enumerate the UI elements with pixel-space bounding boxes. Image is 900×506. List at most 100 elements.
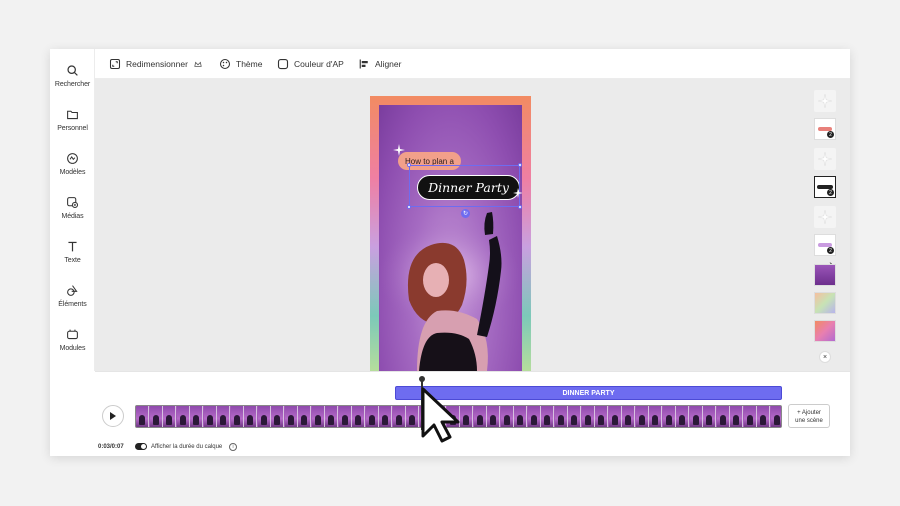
text-icon <box>68 241 77 252</box>
scene-thumbnail[interactable] <box>814 292 836 314</box>
filmstrip-frame <box>271 406 284 427</box>
filmstrip-frame <box>703 406 716 427</box>
filmstrip-frame <box>554 406 568 427</box>
sidebar-item-label: Médias <box>61 213 84 220</box>
background-color-label: Couleur d'AP <box>294 59 344 69</box>
crown-icon <box>194 61 202 67</box>
scene-thumbnail[interactable] <box>814 264 836 286</box>
canvas-area: How to plan a Dinner Party ↻ › 2 <box>95 79 850 371</box>
filmstrip-frame <box>473 406 487 427</box>
filmstrip-frame <box>757 406 770 427</box>
filmstrip-frame <box>770 406 781 427</box>
sidebar-item-label: Modules <box>59 345 86 352</box>
sidebar-item-label: Personnel <box>57 125 88 132</box>
align-button[interactable]: Aligner <box>358 57 401 71</box>
resize-icon <box>109 58 121 70</box>
filmstrip-frame <box>649 406 662 427</box>
thumbnail-badge: 2 <box>827 189 834 196</box>
filmstrip-frame <box>595 406 608 427</box>
filmstrip-frame <box>743 406 757 427</box>
filmstrip-frame <box>136 406 149 427</box>
headline-title-tag[interactable]: Dinner Party <box>417 175 520 200</box>
filmstrip-frame <box>514 406 527 427</box>
align-label: Aligner <box>375 59 402 69</box>
sidebar-item-search[interactable]: Rechercher <box>50 62 95 102</box>
sidebar-item-personal[interactable]: Personnel <box>50 106 95 146</box>
filmstrip-frame <box>244 406 257 427</box>
add-scene-button[interactable]: + Ajouter une scène <box>788 404 830 428</box>
sparkle-icon <box>814 148 836 170</box>
filmstrip-frame <box>190 406 203 427</box>
elements-icon <box>67 285 78 296</box>
filmstrip-frame <box>365 406 379 427</box>
ai-sparkle-button[interactable] <box>814 90 836 112</box>
play-button[interactable] <box>102 405 124 427</box>
scene-thumbnail[interactable]: 2 <box>814 234 836 256</box>
filmstrip-frame <box>635 406 649 427</box>
filmstrip-frame <box>689 406 703 427</box>
filmstrip-frame <box>203 406 217 427</box>
rotate-handle-icon[interactable]: ↻ <box>461 209 470 218</box>
filmstrip-frame <box>581 406 595 427</box>
filmstrip-frame <box>500 406 514 427</box>
modules-icon <box>67 329 78 340</box>
filmstrip-frame <box>568 406 581 427</box>
sidebar-item-templates[interactable]: Modèles <box>50 150 95 190</box>
thumbnail-badge: 2 <box>827 247 834 254</box>
sidebar-item-media[interactable]: Médias <box>50 194 95 234</box>
sidebar-item-label: Éléments <box>58 301 87 308</box>
ai-sparkle-button[interactable] <box>814 148 836 170</box>
filmstrip-frame <box>662 406 676 427</box>
sidebar-item-text[interactable]: Texte <box>50 238 95 278</box>
filmstrip-frame <box>392 406 406 427</box>
design-page[interactable]: How to plan a Dinner Party ↻ <box>370 96 531 371</box>
info-icon[interactable]: i <box>229 443 237 451</box>
theme-button[interactable]: Thème <box>219 57 262 71</box>
ai-sparkle-button[interactable] <box>814 206 836 228</box>
sidebar-item-label: Texte <box>64 257 81 264</box>
theme-label: Thème <box>236 59 263 69</box>
filmstrip-frame <box>608 406 622 427</box>
color-swatch-icon <box>277 58 289 70</box>
filmstrip-frame <box>230 406 244 427</box>
scene-thumbnail-selected[interactable]: 2 <box>814 176 836 198</box>
filmstrip-frame <box>217 406 230 427</box>
filmstrip-frame <box>676 406 689 427</box>
filmstrip-frame <box>338 406 352 427</box>
layer-duration-toggle[interactable] <box>135 443 147 450</box>
close-icon[interactable]: × <box>819 351 831 363</box>
filmstrip-frame <box>730 406 743 427</box>
filmstrip-frame <box>311 406 325 427</box>
sparkle-icon <box>814 206 836 228</box>
sidebar-item-modules[interactable]: Modules <box>50 326 95 366</box>
add-scene-label-line2: une scène <box>795 418 823 424</box>
top-toolbar: Redimensionner Thème Couleur d'AP Aligne… <box>95 49 850 79</box>
filmstrip-frame <box>352 406 365 427</box>
resize-button[interactable]: Redimensionner <box>109 57 207 71</box>
scene-thumbnail[interactable]: 2 <box>814 118 836 140</box>
scene-thumbnail[interactable] <box>814 320 836 342</box>
background-color-button[interactable]: Couleur d'AP <box>277 57 344 71</box>
filmstrip-frame <box>716 406 730 427</box>
layer-duration-label: Afficher la durée du calque <box>151 444 223 450</box>
templates-icon <box>67 153 78 164</box>
thumbnail-badge: 2 <box>827 131 834 138</box>
sidebar-item-label: Rechercher <box>54 81 91 88</box>
filmstrip-frame <box>406 406 419 427</box>
media-icon <box>67 197 79 209</box>
timeline-panel: DINNER PARTY + Ajouter une scène 0:03/0:… <box>95 371 850 456</box>
filmstrip-frame <box>527 406 541 427</box>
mouse-pointer-icon <box>421 387 460 443</box>
sparkle-icon <box>393 144 405 156</box>
filmstrip-frame <box>284 406 298 427</box>
filmstrip-frame <box>487 406 500 427</box>
filmstrip-frame <box>149 406 163 427</box>
scene-thumbnails: 2 2 2 × <box>810 85 840 371</box>
search-icon <box>67 65 78 76</box>
align-left-icon <box>359 59 368 69</box>
time-readout: 0:03/0:07 <box>98 444 124 450</box>
sidebar-item-elements[interactable]: Éléments <box>50 282 95 322</box>
filmstrip-frame <box>257 406 271 427</box>
resize-label: Redimensionner <box>126 59 188 69</box>
headline-small-tag[interactable]: How to plan a <box>398 152 461 170</box>
